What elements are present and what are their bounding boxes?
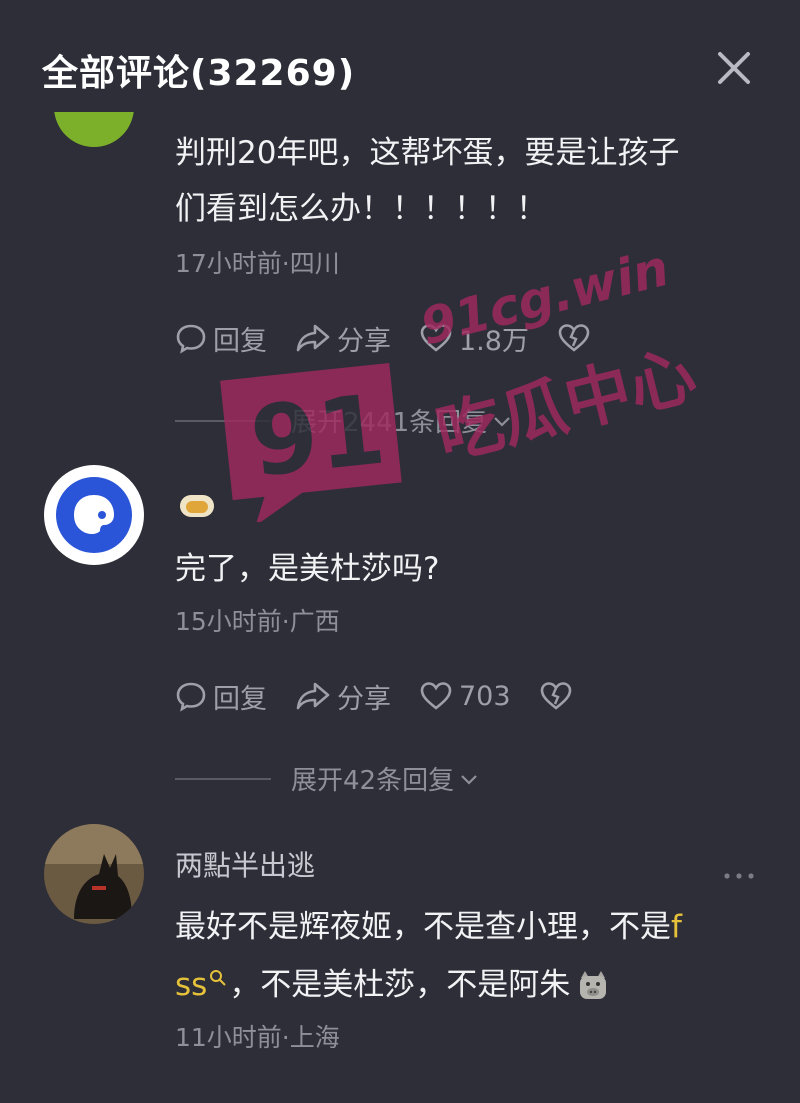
expand-replies-label: 展开42条回复 — [291, 766, 455, 796]
more-dots-icon — [724, 873, 754, 879]
comment-bubble-icon — [176, 324, 206, 354]
expand-replies-button[interactable]: 展开42条回复 — [175, 760, 480, 797]
search-highlight[interactable]: f — [671, 909, 682, 945]
like-count: 703 — [459, 680, 511, 712]
reply-label: 回复 — [213, 325, 267, 357]
search-highlight[interactable]: ss — [175, 960, 207, 1010]
search-icon[interactable] — [209, 969, 227, 987]
like-button[interactable]: 703 — [419, 680, 511, 712]
pig-emoji-icon — [580, 971, 607, 999]
broken-heart-icon — [540, 682, 571, 710]
close-icon — [718, 52, 750, 84]
watermark-number: 91 — [245, 373, 391, 499]
text-segment: ，不是美杜莎，不是阿朱 — [229, 967, 571, 1003]
dislike-button[interactable] — [539, 680, 579, 712]
comment-meta: 11小时前·上海 — [175, 1023, 340, 1052]
avatar[interactable] — [44, 465, 144, 565]
reply-button[interactable]: 回复 — [175, 319, 267, 358]
heart-icon — [420, 682, 452, 710]
comment-meta: 15小时前·广西 — [175, 607, 340, 636]
page-title: 全部评论(32269) — [42, 53, 356, 94]
comment-text: 完了，是美杜莎吗? — [175, 551, 440, 587]
reply-label: 回复 — [213, 683, 267, 715]
comment-text-line: ss ，不是美杜莎，不是阿朱 — [175, 960, 775, 1010]
share-button[interactable]: 分享 — [295, 677, 391, 716]
share-arrow-icon — [296, 324, 330, 352]
text-segment: 最好不是辉夜姬，不是查小理，不是 — [175, 909, 671, 945]
watermark-badge: 91 — [207, 362, 407, 526]
comment-actions: 回复 分享 703 — [175, 676, 607, 716]
comment-text: 最好不是辉夜姬，不是查小理，不是f ss ，不是美杜莎，不是阿朱 — [175, 902, 775, 1010]
share-label: 分享 — [337, 683, 391, 715]
chevron-down-icon — [461, 774, 477, 785]
divider — [175, 777, 271, 780]
share-label: 分享 — [337, 325, 391, 357]
comment-meta: 17小时前·四川 — [175, 249, 340, 278]
close-button[interactable] — [712, 46, 756, 90]
share-arrow-icon — [296, 682, 330, 710]
comment-bubble-icon — [176, 682, 206, 712]
share-button[interactable]: 分享 — [295, 319, 391, 358]
comment-text-line: 最好不是辉夜姬，不是查小理，不是f — [175, 902, 775, 952]
comment-text-line: 们看到怎么办！！！！！！ — [175, 191, 547, 227]
username[interactable]: 两點半出逃 — [175, 844, 315, 884]
more-button[interactable] — [722, 866, 756, 885]
reply-button[interactable]: 回复 — [175, 677, 267, 716]
avatar[interactable] — [54, 112, 134, 150]
avatar[interactable] — [44, 824, 144, 924]
comment-text-line: 判刑20年吧，这帮坏蛋，要是让孩子 — [175, 135, 680, 171]
comment-text: 判刑20年吧，这帮坏蛋，要是让孩子 们看到怎么办！！！！！！ — [175, 128, 760, 234]
avatar-photo-icon — [44, 824, 144, 924]
avatar-logo-icon — [56, 477, 132, 553]
